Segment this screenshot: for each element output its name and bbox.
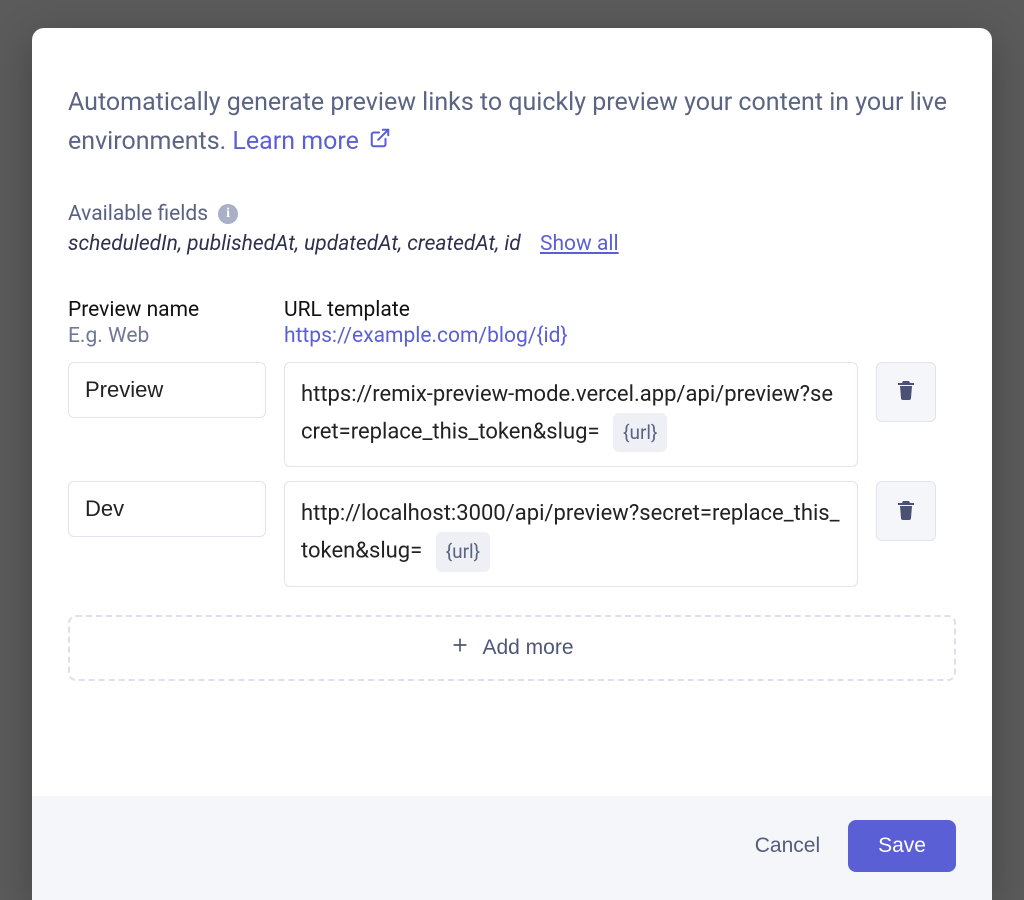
- url-variable-chip[interactable]: {url}: [613, 413, 667, 452]
- modal-description: Automatically generate preview links to …: [68, 84, 956, 162]
- show-all-link[interactable]: Show all: [540, 232, 619, 256]
- available-fields-list: scheduledIn, publishedAt, updatedAt, cre…: [68, 232, 956, 256]
- cancel-button[interactable]: Cancel: [755, 834, 820, 858]
- url-template-input[interactable]: https://remix-preview-mode.vercel.app/ap…: [284, 362, 858, 468]
- external-link-icon: [369, 123, 391, 162]
- modal-body: Automatically generate preview links to …: [32, 28, 992, 796]
- preview-name-input[interactable]: [68, 481, 266, 537]
- name-example: E.g. Web: [68, 324, 266, 348]
- learn-more-link[interactable]: Learn more: [232, 127, 391, 156]
- url-text: http://localhost:3000/api/preview?secret…: [301, 501, 840, 564]
- url-header: URL template: [284, 298, 858, 322]
- url-text: https://remix-preview-mode.vercel.app/ap…: [301, 382, 833, 445]
- save-button[interactable]: Save: [848, 820, 956, 872]
- preview-name-input[interactable]: [68, 362, 266, 418]
- fields-values: scheduledIn, publishedAt, updatedAt, cre…: [68, 232, 521, 256]
- learn-more-text: Learn more: [232, 127, 358, 156]
- trash-icon: [894, 498, 918, 525]
- preview-name-column-header: Preview name E.g. Web: [68, 298, 266, 348]
- description-text: Automatically generate preview links to …: [68, 88, 947, 156]
- trash-icon: [894, 378, 918, 405]
- url-template-column-header: URL template https://example.com/blog/{i…: [284, 298, 858, 348]
- url-template-input[interactable]: http://localhost:3000/api/preview?secret…: [284, 481, 858, 587]
- url-example: https://example.com/blog/{id}: [284, 324, 858, 348]
- url-variable-chip[interactable]: {url}: [436, 532, 490, 571]
- plus-icon: [450, 635, 470, 661]
- available-fields-header: Available fields i: [68, 202, 956, 226]
- add-more-button[interactable]: Add more: [68, 615, 956, 681]
- add-more-label: Add more: [482, 636, 573, 660]
- name-header: Preview name: [68, 298, 266, 322]
- preview-urls-modal: Automatically generate preview links to …: [32, 28, 992, 900]
- info-icon[interactable]: i: [218, 204, 238, 224]
- preview-entries-grid: Preview name E.g. Web URL template https…: [68, 298, 956, 587]
- modal-footer: Cancel Save: [32, 796, 992, 900]
- available-fields-label: Available fields: [68, 202, 208, 226]
- delete-entry-button[interactable]: [876, 481, 936, 541]
- delete-entry-button[interactable]: [876, 362, 936, 422]
